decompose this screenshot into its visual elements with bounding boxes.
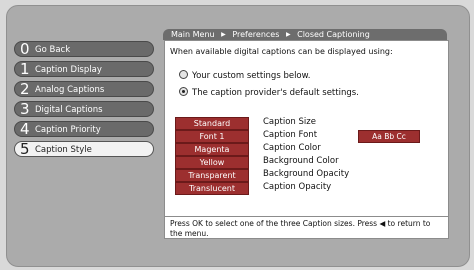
- caption-style-panel: When available digital captions can be d…: [164, 40, 449, 239]
- setting-label: Caption Color: [263, 143, 321, 153]
- breadcrumb-item-preferences[interactable]: Preferences: [232, 30, 279, 39]
- caption-sample-preview: Aa Bb Cc: [358, 130, 420, 143]
- menu-number: 2: [20, 80, 30, 98]
- caption-opacity-button[interactable]: Translucent: [175, 182, 249, 195]
- setting-label: Caption Opacity: [263, 182, 332, 192]
- radio-selected-icon[interactable]: [179, 87, 188, 96]
- breadcrumb-separator-icon: ▶: [221, 31, 226, 38]
- menu-item-label: Digital Captions: [35, 105, 103, 115]
- menu-item-label: Analog Captions: [35, 85, 105, 95]
- menu-item-go-back[interactable]: 0 Go Back: [14, 40, 154, 58]
- option-label: The caption provider's default settings.: [192, 88, 359, 98]
- menu-item-caption-priority[interactable]: 4 Caption Priority: [14, 120, 154, 138]
- menu-number: 0: [20, 40, 30, 58]
- option-label: Your custom settings below.: [192, 71, 311, 81]
- breadcrumb: Main Menu ▶ Preferences ▶ Closed Caption…: [163, 29, 447, 40]
- caption-font-button[interactable]: Font 1: [175, 130, 249, 143]
- caption-color-button[interactable]: Magenta: [175, 143, 249, 156]
- setting-label: Caption Size: [263, 117, 316, 127]
- menu-number: 4: [20, 120, 30, 138]
- menu-item-label: Caption Display: [35, 65, 102, 75]
- radio-icon[interactable]: [179, 70, 188, 79]
- menu-number: 5: [20, 140, 30, 158]
- menu-item-label: Caption Style: [35, 145, 92, 155]
- menu-item-label: Go Back: [35, 45, 71, 55]
- setting-label: Background Opacity: [263, 169, 350, 179]
- setting-label: Caption Font: [263, 130, 318, 140]
- option-custom-settings[interactable]: Your custom settings below.: [179, 70, 311, 81]
- breadcrumb-item-closed-captioning: Closed Captioning: [297, 30, 370, 39]
- menu-item-caption-display[interactable]: 1 Caption Display: [14, 60, 154, 78]
- side-menu: 0 Go Back 1 Caption Display 2 Analog Cap…: [14, 41, 154, 161]
- help-text: Press OK to select one of the three Capt…: [165, 216, 448, 238]
- breadcrumb-item-main-menu[interactable]: Main Menu: [171, 30, 215, 39]
- menu-number: 3: [20, 100, 30, 118]
- panel-intro-text: When available digital captions can be d…: [170, 47, 393, 56]
- background-color-button[interactable]: Yellow: [175, 156, 249, 169]
- background-opacity-button[interactable]: Transparent: [175, 169, 249, 182]
- menu-item-caption-style[interactable]: 5 Caption Style: [14, 140, 154, 158]
- menu-number: 1: [20, 60, 30, 78]
- menu-item-digital-captions[interactable]: 3 Digital Captions: [14, 100, 154, 118]
- setting-label: Background Color: [263, 156, 339, 166]
- menu-item-analog-captions[interactable]: 2 Analog Captions: [14, 80, 154, 98]
- option-provider-default[interactable]: The caption provider's default settings.: [179, 87, 359, 98]
- menu-item-label: Caption Priority: [35, 125, 101, 135]
- caption-size-button[interactable]: Standard: [175, 117, 249, 130]
- breadcrumb-separator-icon: ▶: [285, 31, 291, 38]
